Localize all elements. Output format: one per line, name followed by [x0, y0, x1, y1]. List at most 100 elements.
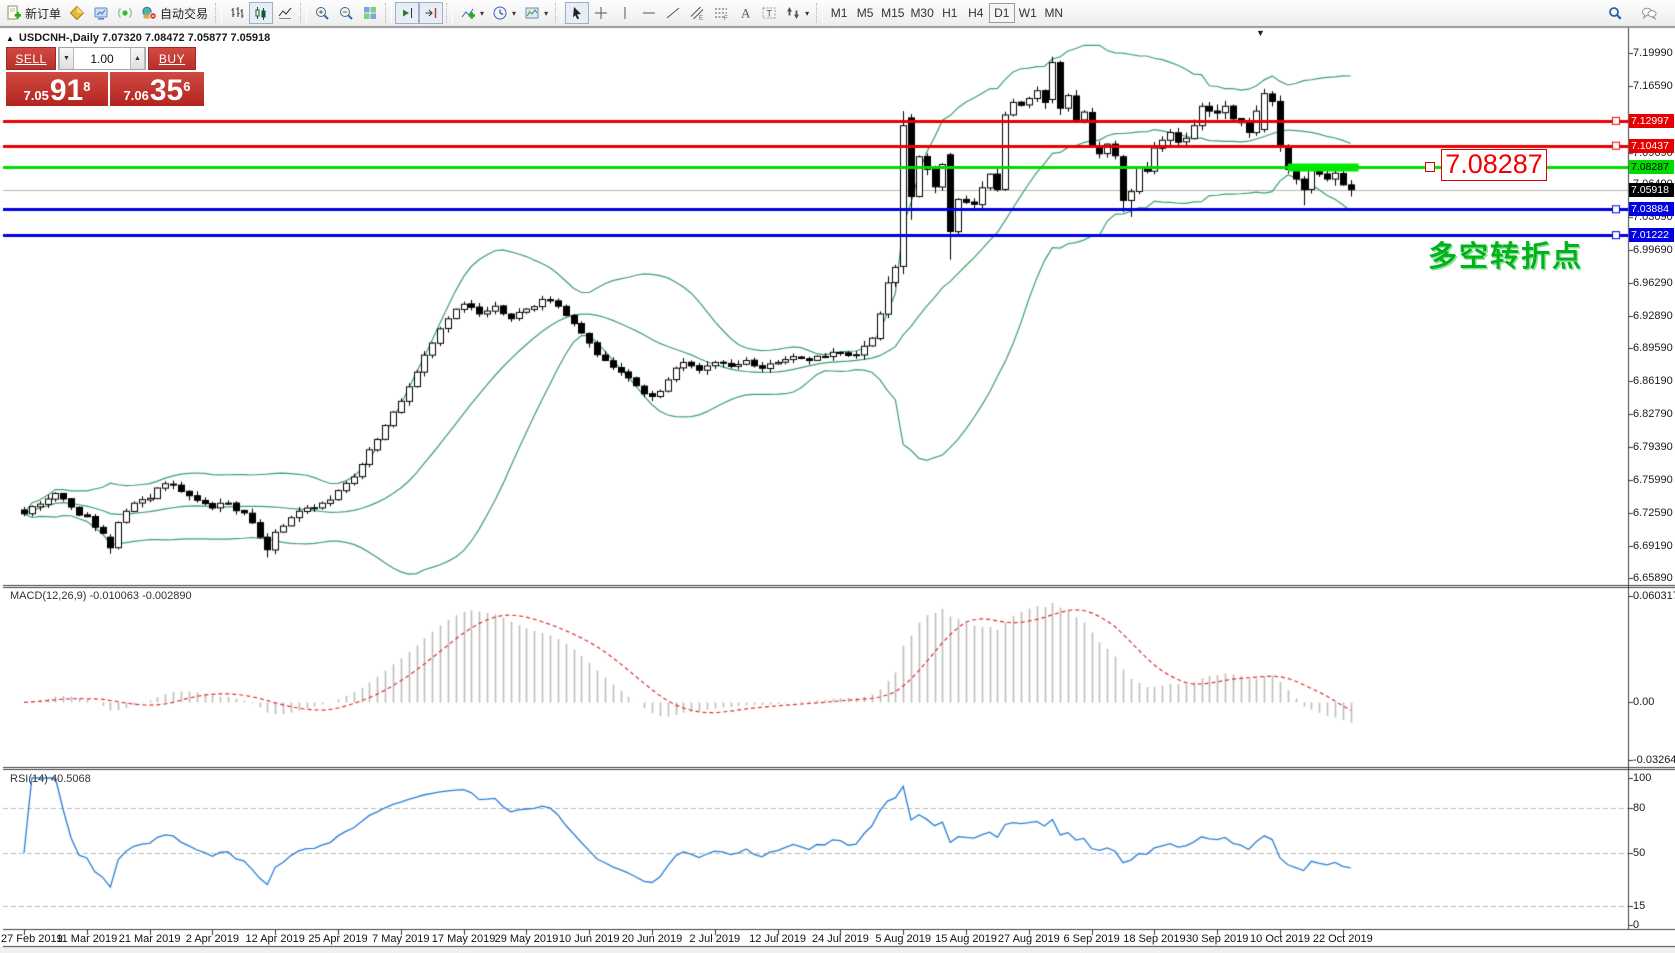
price-level-tag: 7.08287	[1629, 160, 1674, 174]
timeframe-w1-button[interactable]: W1	[1015, 3, 1041, 23]
volume-decrease-button[interactable]: ▼	[59, 48, 74, 69]
svg-text:F: F	[724, 16, 728, 21]
timeframe-h1-button[interactable]: H1	[937, 3, 963, 23]
sell-price-display[interactable]: 7.05918	[6, 72, 108, 106]
timeframe-m5-button[interactable]: M5	[852, 3, 878, 23]
chevron-down-icon: ▾	[544, 9, 548, 18]
collapse-trade-panel-icon[interactable]: ▲	[6, 34, 14, 43]
fibonacci-tool-button[interactable]: F	[709, 2, 733, 24]
volume-increase-button[interactable]: ▲	[130, 48, 145, 69]
price-tick-label: 6.72590	[1633, 507, 1675, 519]
timeframe-group: M1M5M15M30H1H4D1W1MN	[826, 0, 1067, 27]
text-tool-button[interactable]: A	[733, 2, 757, 24]
timeframe-m1-button[interactable]: M1	[826, 3, 852, 23]
timeframe-h4-button[interactable]: H4	[963, 3, 989, 23]
chart-canvas[interactable]	[0, 0, 1675, 953]
buy-button[interactable]: BUY	[148, 47, 196, 70]
line-chart-button[interactable]	[273, 2, 297, 24]
chinese-note-annotation[interactable]: 多空转折点	[1428, 233, 1583, 275]
zoom-in-button[interactable]	[310, 2, 334, 24]
sell-price-big: 91	[50, 77, 83, 105]
price-tick-label: 6.75990	[1633, 474, 1675, 486]
macd-tick-label: -0.032648	[1633, 754, 1675, 766]
rsi-name: RSI(14)	[10, 773, 48, 785]
price-callout-annotation[interactable]: 7.08287	[1441, 149, 1547, 181]
date-label: 21 Mar 2019	[119, 933, 181, 945]
date-label: 5 Aug 2019	[875, 933, 931, 945]
price-tick-label: 6.86190	[1633, 375, 1675, 387]
date-label: 29 May 2019	[495, 933, 559, 945]
toolbar-group: E F AT▾	[565, 0, 813, 27]
new-order-button[interactable]: 新订单	[2, 2, 65, 24]
price-tick-label: 6.92890	[1633, 310, 1675, 322]
candlestick-chart-button[interactable]	[249, 2, 273, 24]
price-level-tag: 7.10437	[1629, 139, 1674, 153]
sell-button[interactable]: SELL	[6, 47, 56, 70]
trendline-tool-button[interactable]	[661, 2, 685, 24]
vertical-line-tool-button[interactable]	[613, 2, 637, 24]
periods-button[interactable]: ▾	[488, 2, 520, 24]
price-tick-label: 6.69190	[1633, 540, 1675, 552]
timeframe-mn-button[interactable]: MN	[1041, 3, 1067, 23]
macd-values: -0.010063 -0.002890	[89, 590, 191, 602]
text-label-tool-button[interactable]: T	[757, 2, 781, 24]
auto-scroll-button[interactable]	[395, 2, 419, 24]
volume-stepper: ▼ ▲	[58, 47, 146, 70]
volume-input[interactable]	[74, 48, 130, 69]
metaeditor-icon	[69, 5, 85, 21]
macd-name: MACD(12,26,9)	[10, 590, 86, 602]
price-tick-label: 6.89590	[1633, 342, 1675, 354]
macd-indicator-label: MACD(12,26,9) -0.010063 -0.002890	[10, 590, 192, 602]
toolbar-separator	[385, 3, 392, 23]
toolbar-group: ▾ ▾ ▾	[456, 0, 552, 27]
crosshair-tool-button[interactable]	[589, 2, 613, 24]
toolbar-group	[395, 0, 443, 27]
text-icon: A	[737, 5, 753, 21]
tile-icon	[362, 5, 378, 21]
equidistant-channel-tool-button[interactable]: E	[685, 2, 709, 24]
timeframe-d1-button[interactable]: D1	[989, 3, 1015, 23]
symbol-ohlc-text: USDCNH-,Daily 7.07320 7.08472 7.05877 7.…	[19, 32, 270, 44]
virtual-hosting-button[interactable]	[89, 2, 113, 24]
fibo-icon: F	[713, 5, 729, 21]
date-label: 12 Jul 2019	[749, 933, 806, 945]
date-label: 17 May 2019	[432, 933, 496, 945]
toolbar-separator	[555, 3, 562, 23]
community-chat-button[interactable]	[1637, 2, 1661, 24]
price-tick-label: 6.96290	[1633, 277, 1675, 289]
current-price-tag: 7.05918	[1629, 183, 1674, 197]
bar-chart-button[interactable]	[225, 2, 249, 24]
timeframe-m30-button[interactable]: M30	[907, 3, 936, 23]
zoom-out-button[interactable]	[334, 2, 358, 24]
price-level-tag: 7.12997	[1629, 114, 1674, 128]
vline-icon	[617, 5, 633, 21]
arrows-tool-button[interactable]: ▾	[781, 2, 813, 24]
candles-icon	[253, 5, 269, 21]
template-icon	[524, 5, 540, 21]
autotrade-button[interactable]: 自动交易	[137, 2, 212, 24]
timeframe-m15-button[interactable]: M15	[878, 3, 907, 23]
metaeditor-button[interactable]	[65, 2, 89, 24]
price-level-tag: 7.01222	[1629, 228, 1674, 242]
tile-windows-button[interactable]	[358, 2, 382, 24]
horizontal-line-tool-button[interactable]	[637, 2, 661, 24]
crosshair-icon	[593, 5, 609, 21]
buy-price-display[interactable]: 7.06356	[110, 72, 204, 106]
templates-button[interactable]: ▾	[520, 2, 552, 24]
chevron-down-icon: ▾	[480, 9, 484, 18]
signals-button[interactable]	[113, 2, 137, 24]
callout-handle[interactable]	[1425, 162, 1435, 172]
date-label: 27 Feb 2019	[1, 933, 63, 945]
rsi-indicator-label: RSI(14) 40.5068	[10, 773, 91, 785]
search-button[interactable]	[1603, 2, 1627, 24]
date-label: 2 Jul 2019	[689, 933, 740, 945]
indicators-list-button[interactable]: ▾	[456, 2, 488, 24]
toolbar-group	[310, 0, 382, 27]
chart-corner-caret-icon[interactable]: ▼	[1256, 28, 1265, 38]
rsi-tick-label: 50	[1633, 847, 1675, 859]
signals-icon	[117, 5, 133, 21]
date-label: 10 Jun 2019	[559, 933, 620, 945]
chart-shift-button[interactable]	[419, 2, 443, 24]
toolbar-separator	[215, 3, 222, 23]
cursor-tool-button[interactable]	[565, 2, 589, 24]
